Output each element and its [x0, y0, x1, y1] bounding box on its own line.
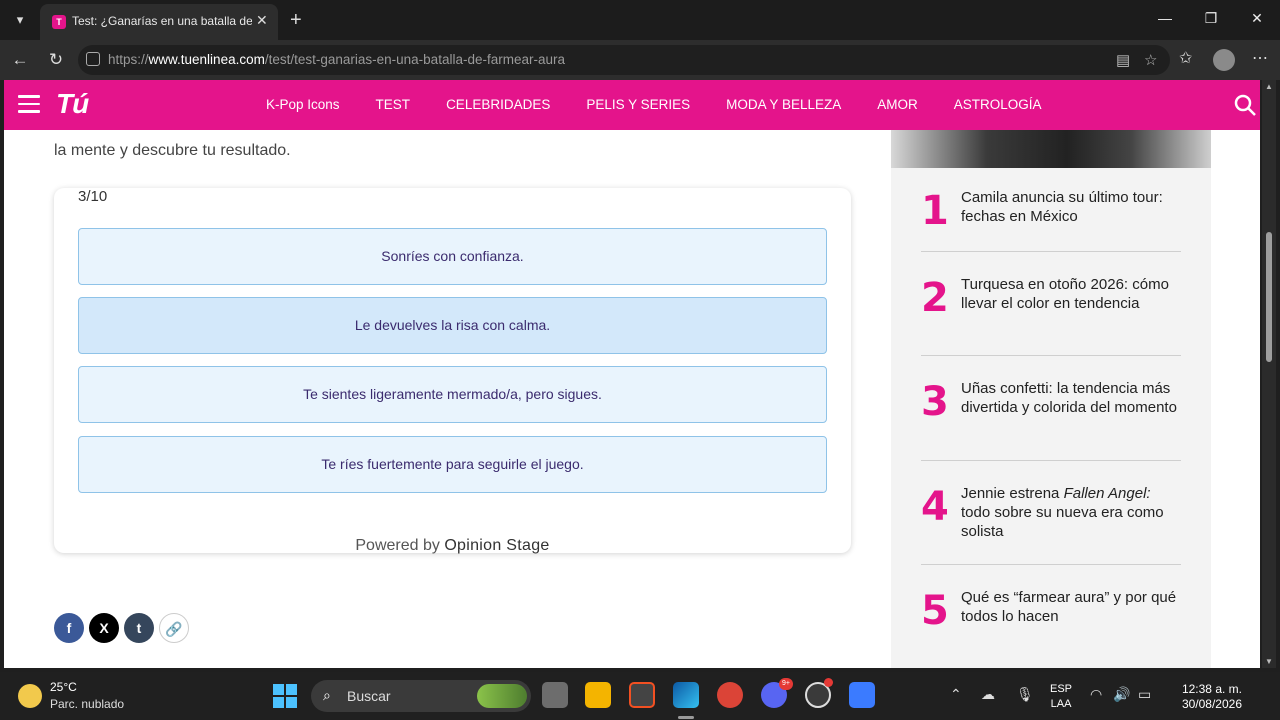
weather-temperature[interactable]: 25°C — [50, 680, 77, 694]
trending-title[interactable]: Turquesa en otoño 2026: cómo llevar el c… — [961, 275, 1181, 313]
battery-icon[interactable]: ▭ — [1138, 686, 1151, 703]
quiz-option[interactable]: Te sientes ligeramente mermado/a, pero s… — [78, 366, 827, 423]
microphone-icon[interactable]: 🎙 — [1016, 686, 1034, 703]
taskbar-clock[interactable]: 12:38 a. m. 30/08/2026 — [1168, 682, 1242, 712]
chrome-browser-icon[interactable] — [717, 682, 743, 708]
nav-link-moda-y-belleza[interactable]: MODA Y BELLEZA — [726, 97, 841, 112]
divider — [921, 460, 1181, 461]
favorite-star-icon[interactable]: ☆ — [1144, 51, 1157, 69]
page-scrollbar[interactable]: ▲ ▼ — [1262, 80, 1276, 668]
site-logo[interactable]: Tú — [56, 88, 89, 120]
sidebar-image[interactable] — [891, 130, 1211, 168]
site-navigation: Tú K-Pop Icons TEST CELEBRIDADES PELIS Y… — [4, 80, 1260, 130]
tab-title: Test: ¿Ganarías en una batalla de farmea… — [72, 14, 252, 28]
quiz-option[interactable]: Le devuelves la risa con calma. — [78, 297, 827, 354]
address-bar[interactable]: https://www.tuenlinea.com/test/test-gana… — [78, 45, 1170, 75]
back-arrow-icon[interactable]: ← — [8, 50, 32, 70]
discord-notification-badge: 9+ — [779, 678, 793, 690]
favorites-collection-icon[interactable]: ✩ — [1179, 48, 1192, 68]
nav-link-celebridades[interactable]: CELEBRIDADES — [446, 97, 550, 112]
web-page: Tú K-Pop Icons TEST CELEBRIDADES PELIS Y… — [4, 80, 1260, 668]
tab-list-chevron-icon[interactable]: ▾ — [8, 8, 32, 32]
task-view-icon[interactable] — [542, 682, 568, 708]
scroll-thumb[interactable] — [1266, 232, 1272, 362]
volume-speaker-icon[interactable]: 🔊 — [1113, 686, 1130, 703]
show-hidden-icons-chevron-icon[interactable]: ⌃ — [950, 686, 962, 703]
share-x-icon[interactable]: X — [89, 613, 119, 643]
nav-links: K-Pop Icons TEST CELEBRIDADES PELIS Y SE… — [266, 97, 1078, 112]
onedrive-cloud-icon[interactable]: ☁ — [981, 686, 995, 703]
trending-number: 1 — [921, 188, 949, 234]
divider — [921, 564, 1181, 565]
settings-more-icon[interactable]: ⋯ — [1252, 48, 1268, 68]
trending-number: 4 — [921, 484, 949, 530]
new-tab-icon[interactable]: + — [290, 8, 302, 32]
active-app-indicator — [678, 716, 694, 719]
taskbar-search[interactable]: ⌕ Buscar — [311, 680, 531, 712]
start-windows-icon[interactable] — [273, 684, 297, 708]
quiz-widget: 3/10 Sonríes con confianza. Le devuelves… — [54, 188, 851, 555]
quiz-option[interactable]: Te ríes fuertemente para seguirle el jue… — [78, 436, 827, 493]
trending-title[interactable]: Qué es “farmear aura” y por qué todos lo… — [961, 588, 1181, 626]
share-tumblr-icon[interactable]: t — [124, 613, 154, 643]
weather-icon[interactable] — [18, 684, 42, 708]
edge-browser-icon[interactable] — [673, 682, 699, 708]
trending-title[interactable]: Camila anuncia su último tour: fechas en… — [961, 188, 1181, 226]
browser-tab-bar: ▾ T Test: ¿Ganarías en una batalla de fa… — [0, 0, 1280, 40]
close-tab-icon[interactable]: ✕ — [256, 12, 268, 29]
search-icon[interactable] — [1233, 93, 1257, 117]
reader-mode-icon[interactable]: ▤ — [1116, 51, 1130, 69]
scroll-down-icon[interactable]: ▼ — [1265, 657, 1273, 666]
search-icon: ⌕ — [323, 687, 331, 703]
trending-number: 2 — [921, 275, 949, 321]
file-explorer-icon[interactable] — [585, 682, 611, 708]
trending-title[interactable]: Jennie estrena Fallen Angel: todo sobre … — [961, 484, 1181, 541]
divider — [921, 251, 1181, 252]
copy-link-icon[interactable]: 🔗 — [159, 613, 189, 643]
nav-link-kpop-icons[interactable]: K-Pop Icons — [266, 97, 340, 112]
nav-link-pelis-y-series[interactable]: PELIS Y SERIES — [586, 97, 690, 112]
quiz-option[interactable]: Sonríes con confianza. — [78, 228, 827, 285]
scroll-up-icon[interactable]: ▲ — [1265, 82, 1273, 91]
site-info-icon[interactable] — [86, 52, 100, 66]
roblox-icon[interactable] — [849, 682, 875, 708]
wifi-icon[interactable]: ◠ — [1090, 686, 1102, 703]
hamburger-menu-icon[interactable] — [18, 95, 40, 113]
quiz-progress: 3/10 — [78, 188, 108, 205]
nav-link-astrologia[interactable]: ASTROLOGÍA — [954, 97, 1042, 112]
nav-link-test[interactable]: TEST — [376, 97, 411, 112]
trending-sidebar: 1 Camila anuncia su último tour: fechas … — [891, 130, 1211, 668]
browser-tab-active[interactable]: T Test: ¿Ganarías en una batalla de farm… — [40, 4, 278, 40]
powered-by-footer[interactable]: Powered by Opinion Stage — [54, 537, 851, 555]
windows-taskbar: 25°C Parc. nublado ⌕ Buscar 9+ ⌃ ☁ 🎙 ESP… — [0, 672, 1280, 720]
input-language[interactable]: ESP LAA — [1050, 682, 1072, 712]
close-window-icon[interactable]: ✕ — [1242, 10, 1272, 27]
restore-window-icon[interactable]: ❐ — [1196, 10, 1226, 27]
profile-avatar[interactable] — [1213, 49, 1235, 71]
minimize-window-icon[interactable]: — — [1150, 10, 1180, 26]
microsoft-store-icon[interactable] — [629, 682, 655, 708]
reload-icon[interactable]: ↻ — [44, 50, 68, 70]
divider — [921, 355, 1181, 356]
url-text[interactable]: https://www.tuenlinea.com/test/test-gana… — [108, 52, 565, 67]
trending-number: 3 — [921, 379, 949, 425]
browser-toolbar: ← ↻ https://www.tuenlinea.com/test/test-… — [0, 40, 1280, 80]
article-intro-text: la mente y descubre tu resultado. — [54, 142, 291, 159]
site-favicon-icon: T — [52, 15, 66, 29]
trending-title[interactable]: Uñas confetti: la tendencia más divertid… — [961, 379, 1181, 417]
nav-link-amor[interactable]: AMOR — [877, 97, 918, 112]
notification-dot — [824, 678, 833, 687]
weather-description[interactable]: Parc. nublado — [50, 697, 124, 711]
taskbar-search-placeholder: Buscar — [347, 688, 391, 704]
trending-number: 5 — [921, 588, 949, 634]
search-highlight-image — [477, 684, 527, 708]
share-facebook-icon[interactable]: f — [54, 613, 84, 643]
